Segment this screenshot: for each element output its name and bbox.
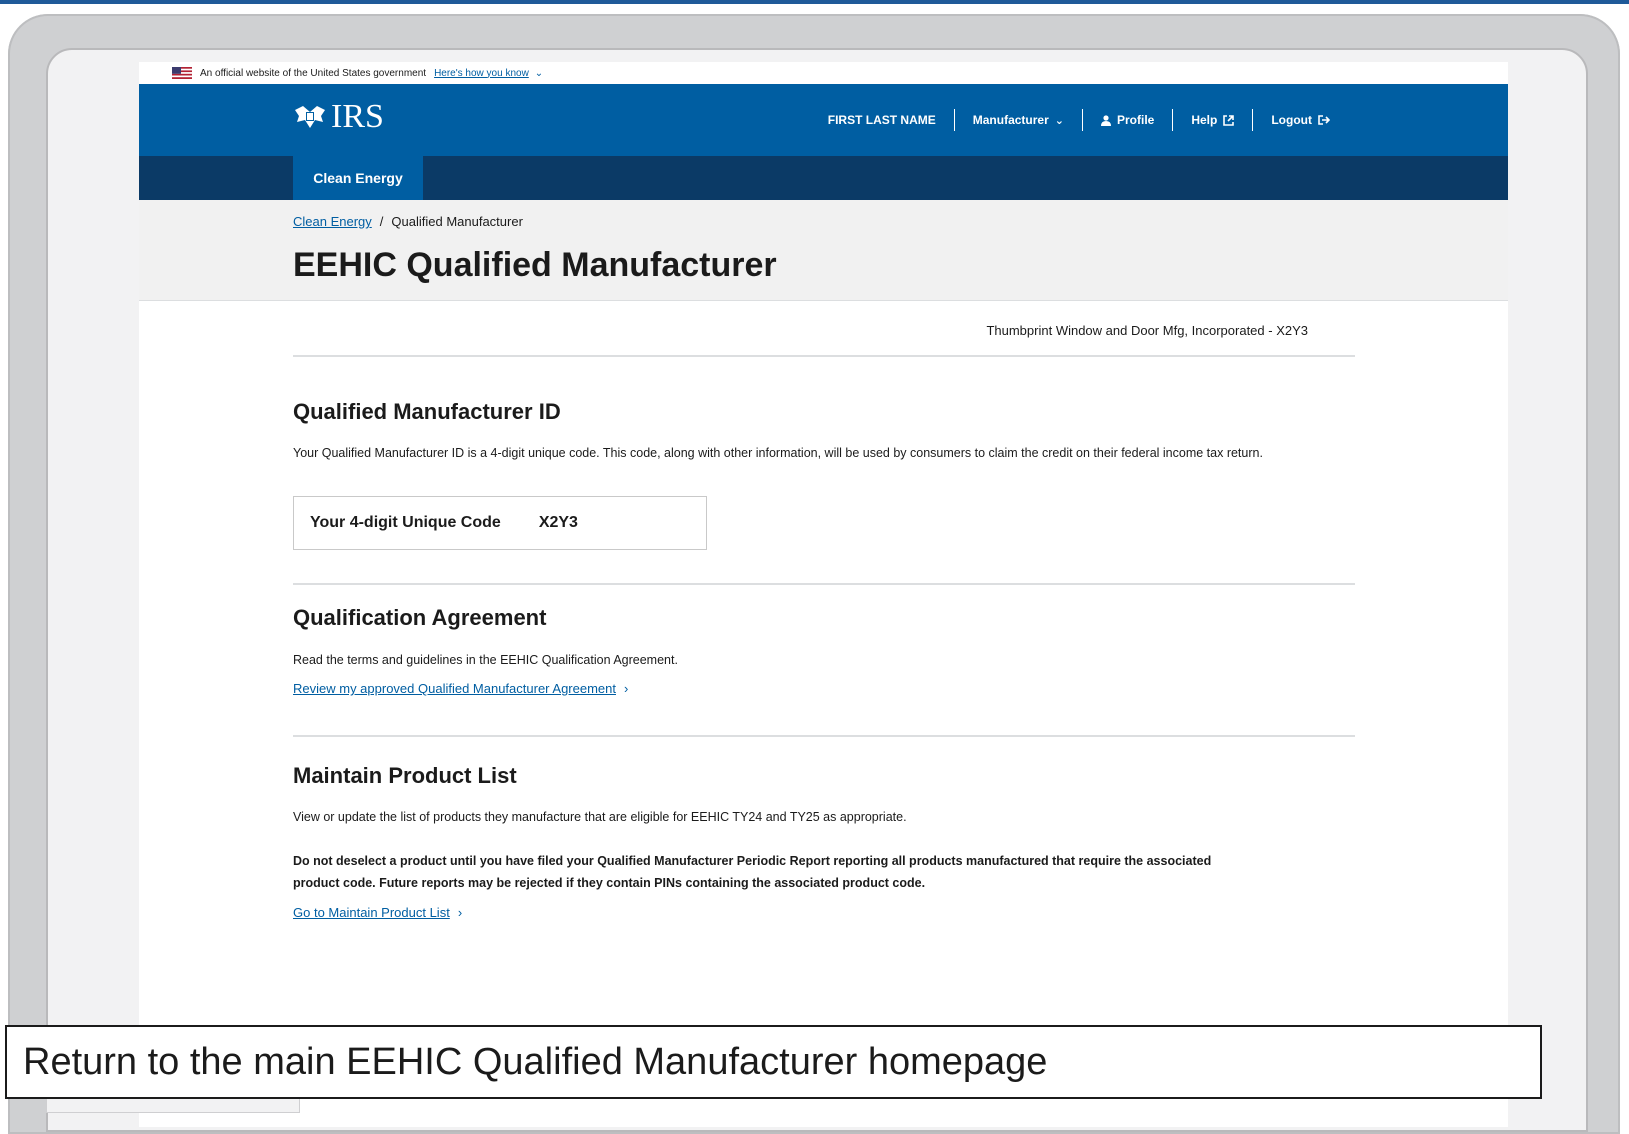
maintain-product-list-label: Go to Maintain Product List: [293, 905, 450, 920]
tab-clean-energy[interactable]: Clean Energy: [293, 156, 423, 200]
page-hero: Clean Energy / Qualified Manufacturer EEHI…: [139, 200, 1508, 301]
chevron-down-icon: ⌄: [534, 67, 544, 79]
role-dropdown[interactable]: Manufacturer ⌄: [955, 113, 1082, 127]
device-base: [46, 1098, 300, 1113]
secondary-nav: Clean Energy: [139, 156, 1508, 200]
product-list-heading: Maintain Product List: [293, 763, 517, 788]
logout-icon: [1318, 115, 1330, 125]
irs-logo[interactable]: IRS: [293, 98, 384, 136]
breadcrumb-separator: /: [379, 214, 384, 229]
role-label: Manufacturer: [972, 113, 1049, 127]
caption-box: Return to the main EEHIC Qualified Manuf…: [5, 1025, 1542, 1099]
help-label: Help: [1191, 113, 1218, 127]
breadcrumb-home-link[interactable]: Clean Energy: [293, 214, 372, 229]
company-name: Thumbprint Window and Door Mfg, Incorpor…: [986, 323, 1308, 338]
unique-code-value: X2Y3: [538, 514, 578, 531]
review-agreement-link[interactable]: Review my approved Qualified Manufacture…: [293, 681, 628, 696]
product-list-description: View or update the list of products they…: [293, 810, 907, 824]
top-stripe: [0, 0, 1629, 4]
profile-link[interactable]: Profile: [1083, 113, 1172, 127]
section-divider: [293, 583, 1355, 585]
gov-banner-link[interactable]: Here's how you know: [434, 68, 529, 79]
chevron-right-icon: ›: [457, 905, 463, 920]
breadcrumb: Clean Energy / Qualified Manufacturer: [293, 214, 523, 229]
maintain-product-list-link[interactable]: Go to Maintain Product List ›: [293, 905, 462, 920]
unique-code-box: Your 4-digit Unique Code X2Y3: [293, 496, 707, 550]
tab-clean-energy-label: Clean Energy: [313, 170, 403, 186]
external-link-icon: [1223, 114, 1235, 126]
section-divider: [293, 735, 1355, 737]
us-flag-icon: [172, 67, 192, 79]
site-header: IRS FIRST LAST NAME Manufacturer ⌄ Profi…: [139, 84, 1508, 156]
caption-text: Return to the main EEHIC Qualified Manuf…: [23, 1040, 1048, 1083]
user-name-label: FIRST LAST NAME: [827, 113, 936, 127]
product-list-warning: Do not deselect a product until you have…: [293, 854, 1212, 890]
agreement-heading: Qualification Agreement: [293, 605, 547, 630]
browser-screen: IRS FIRST LAST NAME Manufacturer ⌄ Profi…: [139, 62, 1508, 1127]
logout-link[interactable]: Logout: [1253, 113, 1348, 127]
help-link[interactable]: Help: [1173, 113, 1252, 127]
user-name: FIRST LAST NAME: [810, 113, 954, 127]
agreement-description: Read the terms and guidelines in the EEH…: [293, 653, 678, 667]
chevron-down-icon: ⌄: [1054, 114, 1064, 127]
logo-text: IRS: [331, 98, 384, 135]
chevron-right-icon: ›: [624, 681, 629, 696]
eagle-emblem-icon: [295, 106, 325, 128]
section-divider: [293, 355, 1355, 357]
logout-label: Logout: [1271, 113, 1312, 127]
unique-code-label: Your 4-digit Unique Code: [310, 514, 501, 531]
gov-banner-text: An official website of the United States…: [200, 67, 427, 79]
profile-label: Profile: [1116, 113, 1155, 127]
qm-id-description: Your Qualified Manufacturer ID is a 4-di…: [293, 446, 1263, 460]
review-agreement-label: Review my approved Qualified Manufacture…: [293, 681, 616, 696]
qm-id-heading: Qualified Manufacturer ID: [293, 399, 561, 424]
person-icon: [1100, 114, 1111, 126]
page-title: EEHIC Qualified Manufacturer: [293, 246, 777, 284]
top-nav: FIRST LAST NAME Manufacturer ⌄ Profile H…: [810, 109, 1348, 131]
gov-banner: An official website of the United States…: [172, 62, 1508, 84]
breadcrumb-current: Qualified Manufacturer: [391, 214, 523, 229]
